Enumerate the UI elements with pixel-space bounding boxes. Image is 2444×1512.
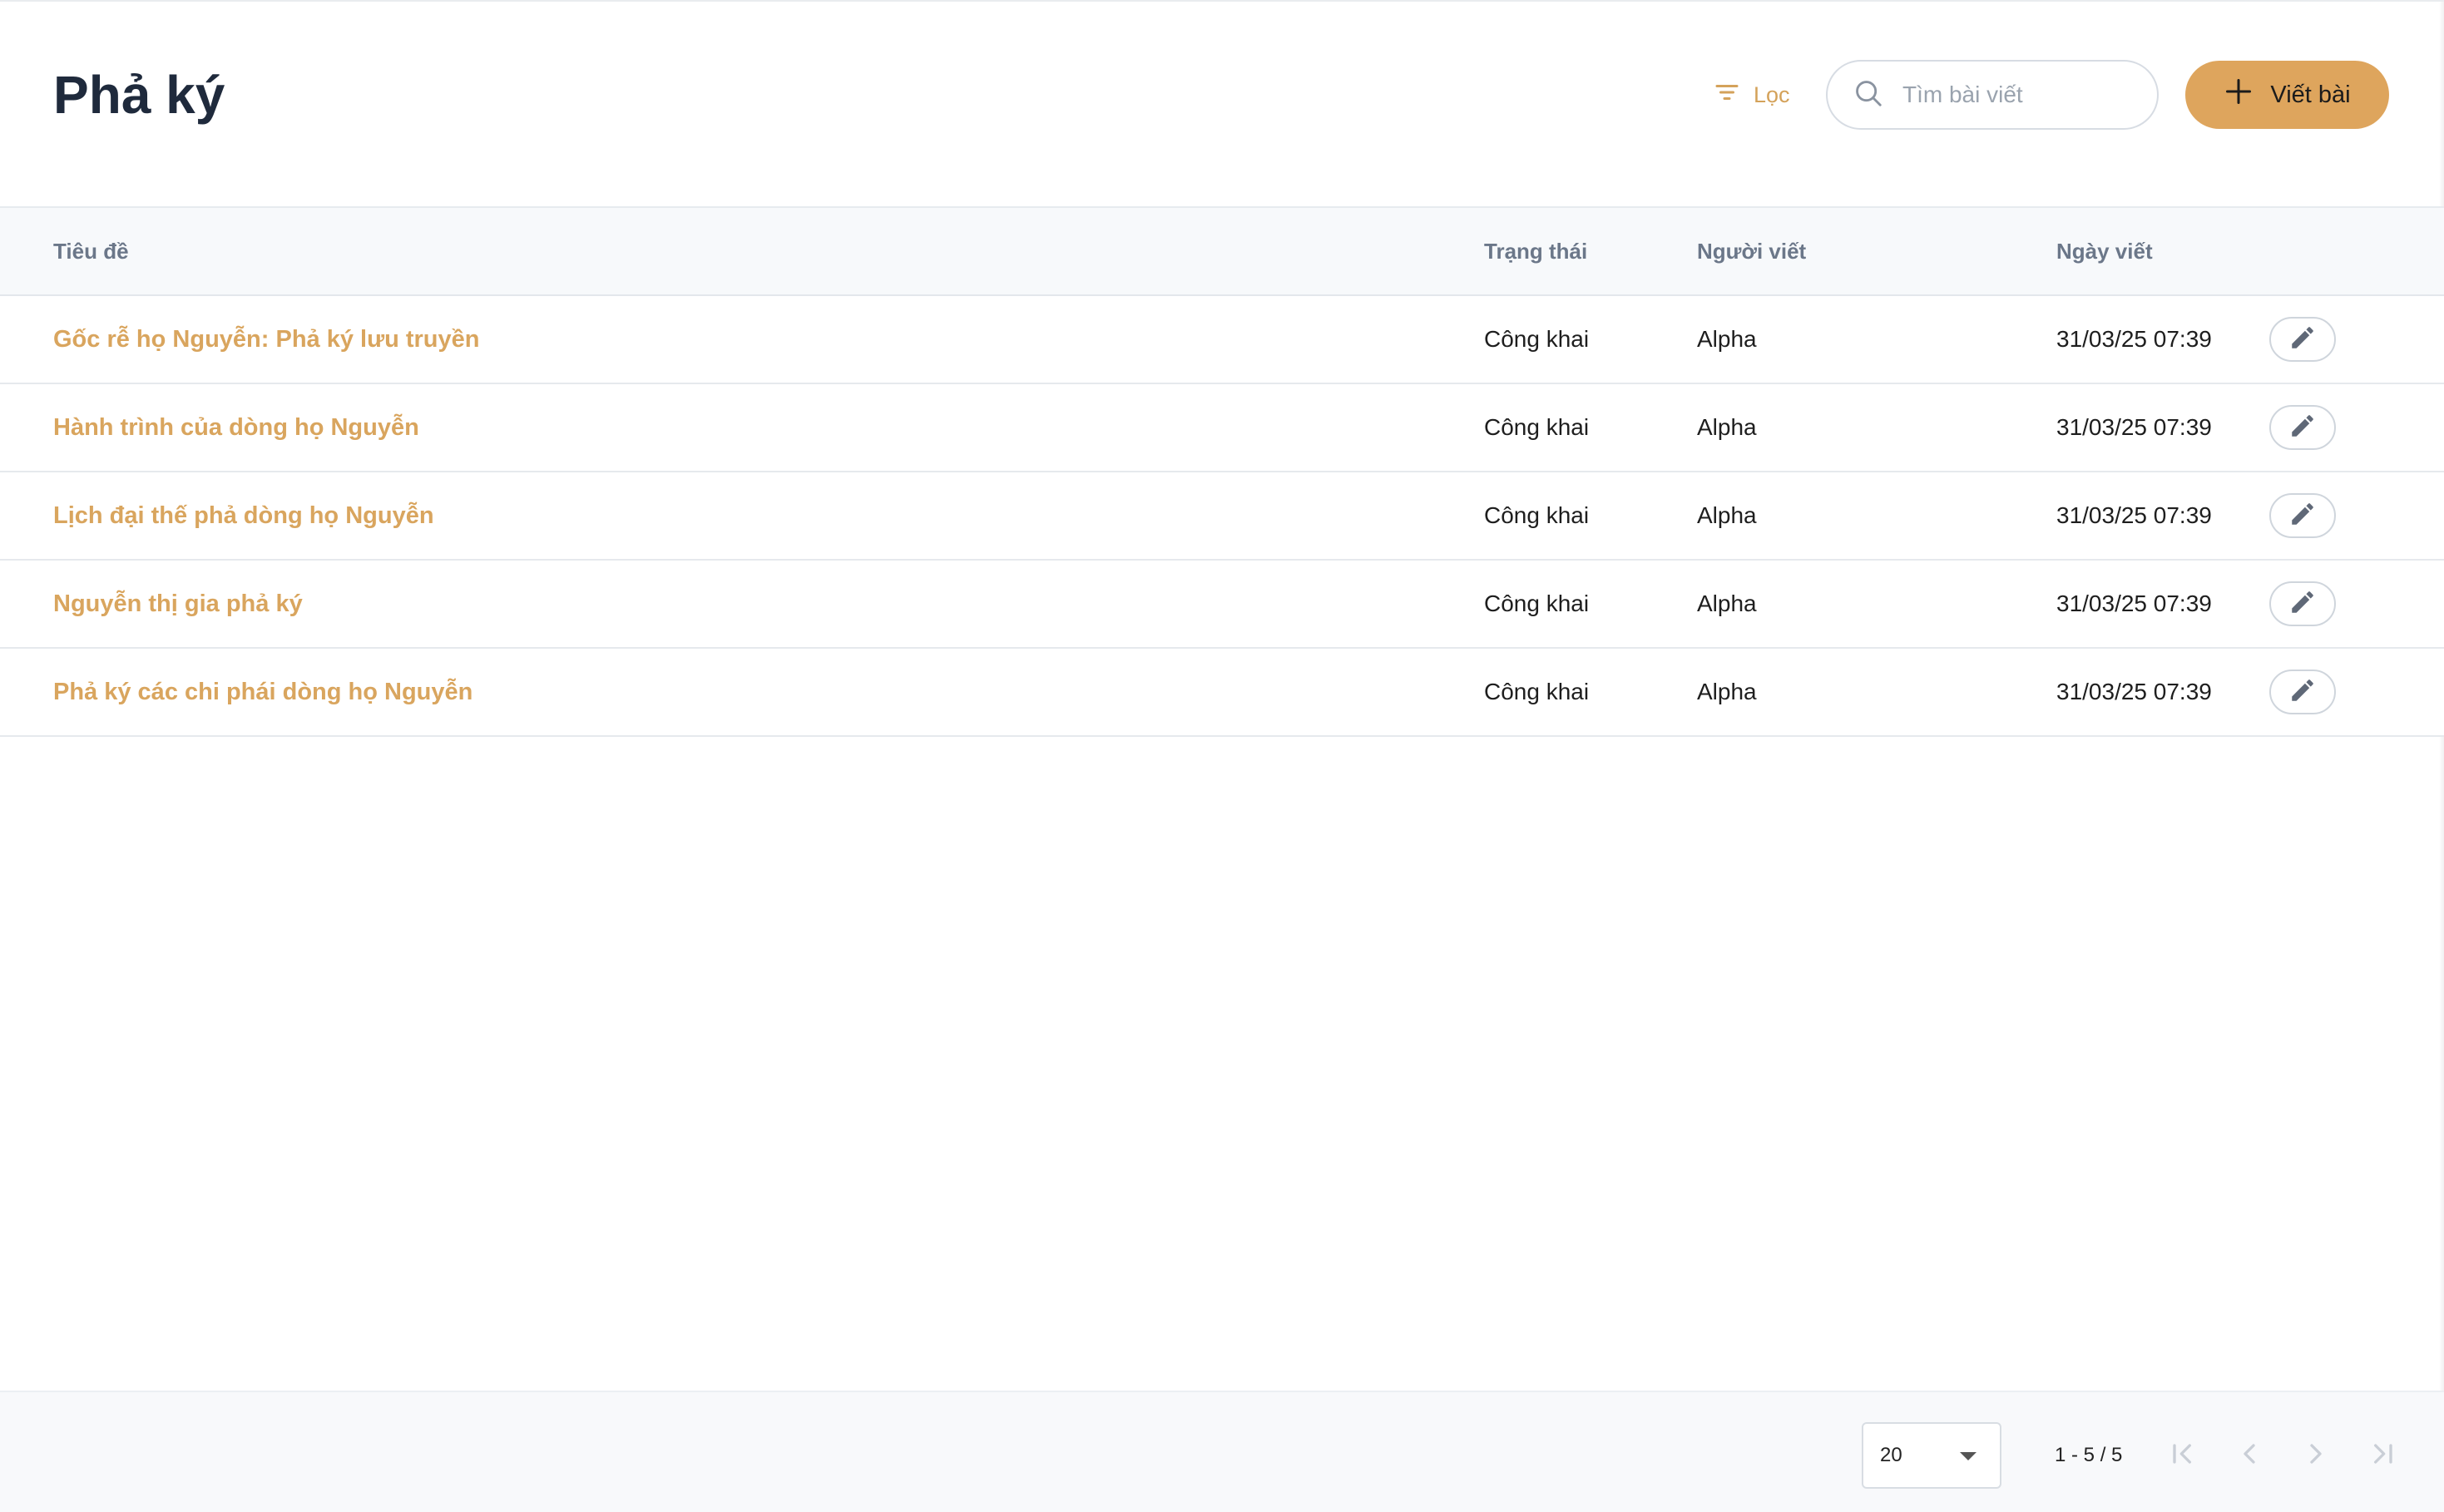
search-box[interactable] — [1826, 60, 2159, 130]
search-icon — [1853, 77, 1884, 113]
post-author: Alpha — [1697, 502, 1757, 528]
table-row: Gốc rễ họ Nguyễn: Phả ký lưu truyền Công… — [0, 296, 2444, 384]
table-row: Hành trình của dòng họ Nguyễn Công khai … — [0, 384, 2444, 472]
page-header: Phả ký Lọc Tìm bài viết Viết bài — [0, 2, 2444, 206]
edit-button[interactable] — [2269, 493, 2336, 538]
write-post-label: Viết bài — [2270, 81, 2351, 108]
edit-button[interactable] — [2269, 317, 2336, 362]
column-header-date[interactable]: Ngày viết — [2056, 208, 2153, 294]
post-title-link[interactable]: Lịch đại thế phả dòng họ Nguyễn — [53, 472, 434, 559]
plus-icon — [2224, 77, 2254, 113]
next-page-button[interactable] — [2298, 1437, 2334, 1474]
filter-icon — [1712, 77, 1742, 113]
edit-button[interactable] — [2269, 670, 2336, 714]
first-page-icon — [2166, 1437, 2199, 1475]
first-page-button[interactable] — [2164, 1437, 2201, 1474]
pencil-icon — [2288, 588, 2317, 620]
edit-button[interactable] — [2269, 581, 2336, 626]
column-header-status[interactable]: Trạng thái — [1484, 208, 1587, 294]
last-page-icon — [2366, 1437, 2399, 1475]
post-title-link[interactable]: Gốc rễ họ Nguyễn: Phả ký lưu truyền — [53, 296, 479, 383]
page: Phả ký Lọc Tìm bài viết Viết bài Tiêu đề… — [0, 0, 2444, 1512]
pencil-icon — [2288, 500, 2317, 532]
posts-table: Tiêu đề Trạng thái Người viết Ngày viết … — [0, 206, 2444, 737]
chevron-left-icon — [2233, 1437, 2266, 1475]
post-date: 31/03/25 07:39 — [2056, 679, 2212, 704]
post-author: Alpha — [1697, 326, 1757, 352]
last-page-button[interactable] — [2364, 1437, 2401, 1474]
pencil-icon — [2288, 676, 2317, 709]
post-author: Alpha — [1697, 679, 1757, 704]
post-title-link[interactable]: Hành trình của dòng họ Nguyễn — [53, 384, 419, 471]
table-row: Nguyễn thị gia phả ký Công khai Alpha 31… — [0, 561, 2444, 649]
post-author: Alpha — [1697, 590, 1757, 616]
post-title-link[interactable]: Nguyễn thị gia phả ký — [53, 561, 303, 647]
pencil-icon — [2288, 412, 2317, 444]
previous-page-button[interactable] — [2231, 1437, 2268, 1474]
table-row: Lịch đại thế phả dòng họ Nguyễn Công kha… — [0, 472, 2444, 561]
post-status: Công khai — [1484, 326, 1590, 352]
table-header: Tiêu đề Trạng thái Người viết Ngày viết — [0, 206, 2444, 296]
page-size-value: 20 — [1880, 1444, 1902, 1466]
caret-down-icon — [1960, 1452, 1976, 1460]
column-header-title[interactable]: Tiêu đề — [53, 208, 129, 294]
post-date: 31/03/25 07:39 — [2056, 590, 2212, 616]
column-header-author[interactable]: Người viết — [1697, 208, 1806, 294]
post-date: 31/03/25 07:39 — [2056, 326, 2212, 352]
pencil-icon — [2288, 324, 2317, 356]
post-status: Công khai — [1484, 502, 1590, 528]
edit-button[interactable] — [2269, 405, 2336, 450]
filter-button[interactable]: Lọc — [1712, 75, 1790, 115]
pagination-footer: 20 1 - 5 / 5 — [0, 1391, 2444, 1512]
post-author: Alpha — [1697, 414, 1757, 440]
write-post-button[interactable]: Viết bài — [2185, 61, 2389, 129]
page-size-select[interactable]: 20 — [1862, 1422, 2001, 1489]
post-title-link[interactable]: Phả ký các chi phái dòng họ Nguyễn — [53, 649, 472, 735]
pagination-range: 1 - 5 / 5 — [2055, 1444, 2123, 1466]
post-status: Công khai — [1484, 679, 1590, 704]
page-title: Phả ký — [53, 65, 225, 125]
post-date: 31/03/25 07:39 — [2056, 414, 2212, 440]
table-row: Phả ký các chi phái dòng họ Nguyễn Công … — [0, 649, 2444, 737]
post-date: 31/03/25 07:39 — [2056, 502, 2212, 528]
search-input[interactable] — [1902, 82, 2135, 108]
chevron-right-icon — [2299, 1437, 2333, 1475]
filter-label: Lọc — [1754, 82, 1790, 107]
post-status: Công khai — [1484, 414, 1590, 440]
post-status: Công khai — [1484, 590, 1590, 616]
